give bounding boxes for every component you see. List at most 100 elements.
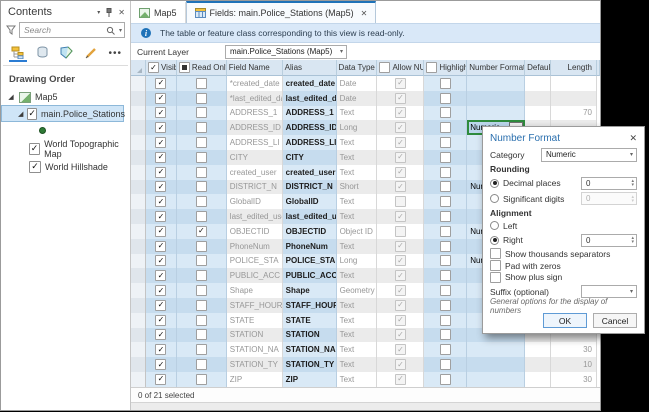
- highlight-all-checkbox[interactable]: [426, 62, 437, 73]
- highlight-checkbox[interactable]: [440, 226, 451, 237]
- stepper-arrows-icon[interactable]: ▴▾: [631, 179, 636, 187]
- visible-checkbox[interactable]: [155, 329, 166, 340]
- length-cell[interactable]: [551, 91, 597, 106]
- read-only-checkbox[interactable]: [196, 122, 207, 133]
- list-by-editing-button[interactable]: [82, 44, 100, 62]
- select-all-corner[interactable]: [131, 60, 146, 76]
- visible-checkbox[interactable]: [155, 181, 166, 192]
- visible-checkbox[interactable]: [155, 78, 166, 89]
- read-only-checkbox[interactable]: [196, 137, 207, 148]
- current-layer-dropdown[interactable]: main.Police_Stations (Map5) ▾: [225, 45, 347, 59]
- visible-checkbox[interactable]: [155, 270, 166, 281]
- ok-button[interactable]: OK: [543, 313, 587, 328]
- highlight-checkbox[interactable]: [440, 137, 451, 148]
- row-selector[interactable]: [131, 106, 146, 121]
- alias-cell[interactable]: STATE: [283, 313, 337, 328]
- read-only-checkbox[interactable]: [196, 344, 207, 355]
- highlight-checkbox[interactable]: [440, 315, 451, 326]
- pin-icon[interactable]: [105, 8, 113, 17]
- row-selector[interactable]: [131, 283, 146, 298]
- layer-visibility-checkbox[interactable]: [27, 108, 37, 120]
- default-cell[interactable]: [525, 342, 551, 357]
- read-only-checkbox[interactable]: [196, 329, 207, 340]
- header-highlight[interactable]: Highlight: [424, 60, 467, 76]
- align-left-radio[interactable]: [490, 221, 499, 230]
- close-dialog-icon[interactable]: ✕: [629, 133, 637, 144]
- row-selector[interactable]: [131, 239, 146, 254]
- row-selector[interactable]: [131, 76, 146, 91]
- alias-cell[interactable]: OBJECTID: [283, 224, 337, 239]
- row-selector[interactable]: [131, 313, 146, 328]
- highlight-checkbox[interactable]: [440, 152, 451, 163]
- visible-checkbox[interactable]: [155, 359, 166, 370]
- read-only-checkbox[interactable]: [196, 196, 207, 207]
- alias-cell[interactable]: PhoneNum: [283, 239, 337, 254]
- alias-cell[interactable]: POLICE_STA: [283, 254, 337, 269]
- alias-cell[interactable]: STATION_TY: [283, 357, 337, 372]
- row-selector[interactable]: [131, 372, 146, 387]
- visible-checkbox[interactable]: [155, 122, 166, 133]
- alias-cell[interactable]: CITY: [283, 150, 337, 165]
- significant-digits-radio[interactable]: [490, 194, 499, 203]
- row-selector[interactable]: [131, 224, 146, 239]
- read-only-checkbox[interactable]: [196, 152, 207, 163]
- row-selector[interactable]: [131, 357, 146, 372]
- read-only-checkbox[interactable]: [196, 255, 207, 266]
- row-selector[interactable]: [131, 209, 146, 224]
- visible-checkbox[interactable]: [155, 152, 166, 163]
- highlight-checkbox[interactable]: [440, 107, 451, 118]
- close-tab-icon[interactable]: ✕: [361, 9, 368, 18]
- decimal-places-stepper[interactable]: 0 ▴▾: [581, 177, 637, 190]
- alias-cell[interactable]: ADDRESS_1: [283, 106, 337, 121]
- header-length[interactable]: Length: [551, 60, 597, 76]
- filter-icon[interactable]: [6, 25, 16, 35]
- number-format-cell[interactable]: [467, 91, 525, 106]
- read-only-checkbox[interactable]: [196, 359, 207, 370]
- row-selector[interactable]: [131, 120, 146, 135]
- row-selector[interactable]: [131, 328, 146, 343]
- header-allow-null[interactable]: Allow NULL: [377, 60, 424, 76]
- alias-cell[interactable]: Shape: [283, 283, 337, 298]
- read-only-checkbox[interactable]: [196, 315, 207, 326]
- highlight-checkbox[interactable]: [440, 167, 451, 178]
- show-thousands-separators-checkbox[interactable]: [490, 248, 501, 259]
- visible-checkbox[interactable]: [155, 167, 166, 178]
- alias-cell[interactable]: last_edited_date: [283, 91, 337, 106]
- row-selector[interactable]: [131, 194, 146, 209]
- visible-checkbox[interactable]: [155, 374, 166, 385]
- category-dropdown[interactable]: Numeric ▾: [541, 148, 637, 162]
- close-panel-icon[interactable]: ✕: [118, 8, 125, 17]
- alias-cell[interactable]: STATION_NA: [283, 342, 337, 357]
- visible-checkbox[interactable]: [155, 211, 166, 222]
- alias-cell[interactable]: PUBLIC_ACC: [283, 268, 337, 283]
- right-width-stepper[interactable]: 0 ▴▾: [581, 234, 637, 247]
- read-only-checkbox[interactable]: [196, 181, 207, 192]
- row-selector[interactable]: [131, 91, 146, 106]
- read-only-checkbox[interactable]: [196, 241, 207, 252]
- show-plus-sign-checkbox[interactable]: [490, 272, 501, 283]
- header-default[interactable]: Default: [525, 60, 551, 76]
- visible-checkbox[interactable]: [155, 226, 166, 237]
- read-only-all-checkbox[interactable]: [179, 62, 190, 73]
- expand-icon[interactable]: ◢: [7, 93, 15, 101]
- alias-cell[interactable]: STAFF_HOUR: [283, 298, 337, 313]
- pad-with-zeros-checkbox[interactable]: [490, 260, 501, 271]
- visible-checkbox[interactable]: [155, 137, 166, 148]
- search-options-chevron-icon[interactable]: ▾: [119, 27, 122, 34]
- read-only-checkbox[interactable]: [196, 270, 207, 281]
- read-only-checkbox[interactable]: [196, 300, 207, 311]
- row-selector[interactable]: [131, 165, 146, 180]
- default-cell[interactable]: [525, 372, 551, 387]
- read-only-checkbox[interactable]: [196, 78, 207, 89]
- visible-all-checkbox[interactable]: [148, 62, 159, 73]
- horizontal-scrollbar[interactable]: [131, 402, 600, 410]
- row-selector[interactable]: [131, 254, 146, 269]
- highlight-checkbox[interactable]: [440, 122, 451, 133]
- highlight-checkbox[interactable]: [440, 359, 451, 370]
- visible-checkbox[interactable]: [155, 93, 166, 104]
- highlight-checkbox[interactable]: [440, 93, 451, 104]
- decimal-places-radio[interactable]: [490, 179, 499, 188]
- tree-item-map5[interactable]: ◢ Map5: [1, 89, 130, 105]
- alias-cell[interactable]: ADDRESS_ID: [283, 120, 337, 135]
- row-selector[interactable]: [131, 268, 146, 283]
